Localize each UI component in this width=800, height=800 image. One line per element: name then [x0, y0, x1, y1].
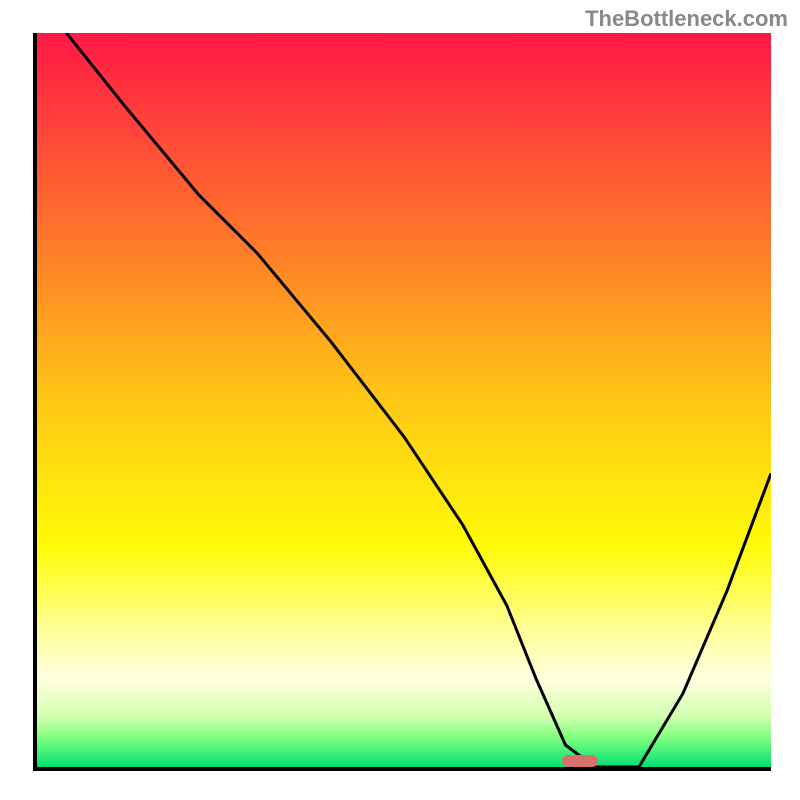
- optimal-marker: [562, 755, 599, 767]
- chart-container: TheBottleneck.com: [0, 0, 800, 800]
- plot-area: [33, 33, 771, 771]
- watermark-text: TheBottleneck.com: [585, 6, 788, 32]
- bottleneck-curve: [37, 33, 771, 767]
